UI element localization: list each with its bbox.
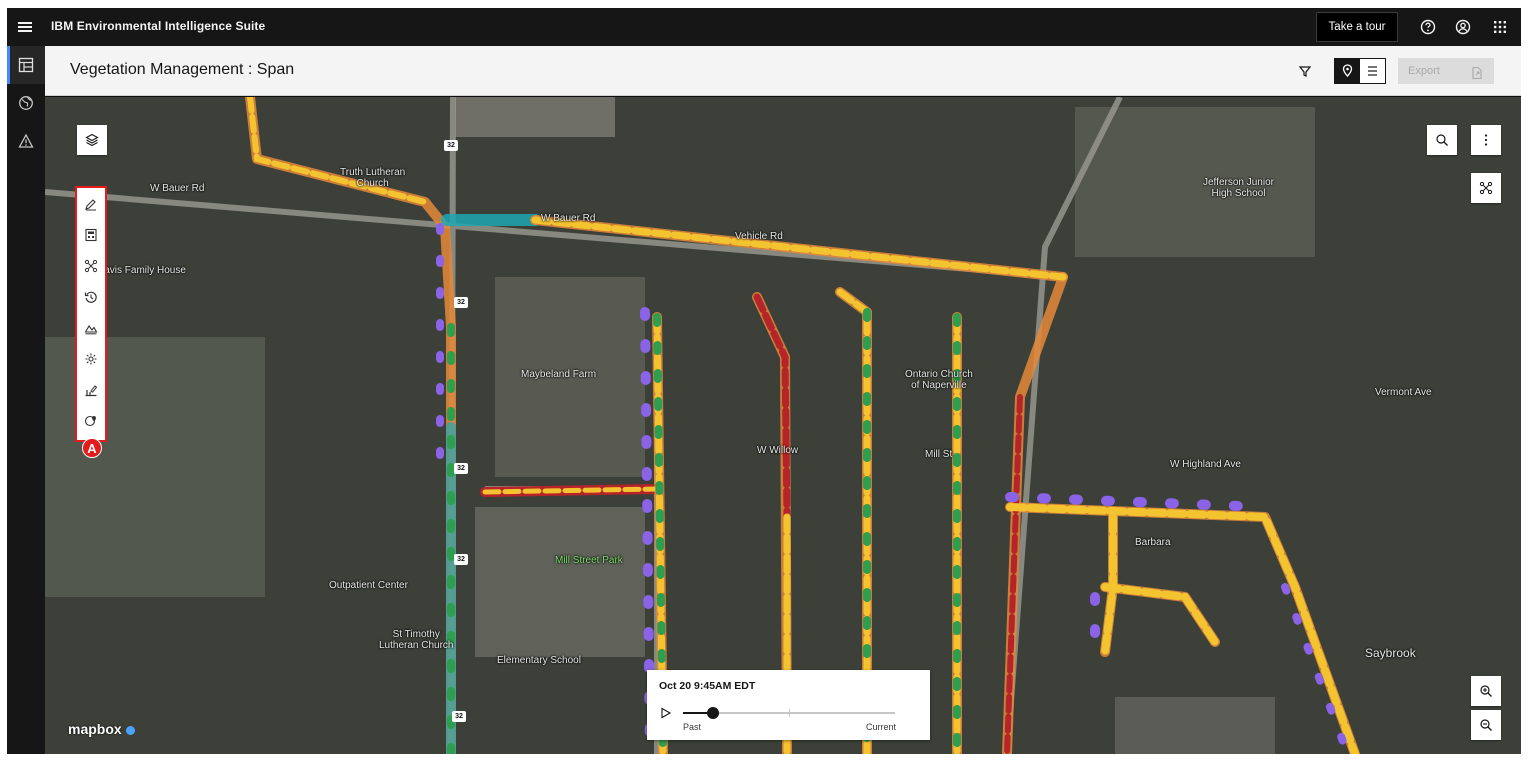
globe-pin-icon [84, 415, 96, 427]
map-tools-toolbar [75, 186, 107, 442]
chart-pencil-icon [85, 385, 98, 397]
calculator-icon [85, 228, 97, 242]
map-label-vermont: Vermont Ave [1375, 387, 1432, 398]
zoom-in-button[interactable] [1471, 676, 1501, 706]
warning-icon[interactable] [7, 122, 45, 160]
map-label-w-bauer-right: W Bauer Rd [541, 213, 596, 224]
edit-icon [85, 199, 96, 211]
zoom-in-icon [1480, 685, 1492, 697]
time-slider-handle[interactable] [706, 707, 719, 719]
route-shield: 32 [454, 463, 468, 474]
map-overlay [45, 97, 1521, 754]
dashboard-icon[interactable] [7, 46, 45, 84]
map-label-jefferson: Jefferson Junior High School [1203, 177, 1274, 199]
map-search-button[interactable] [1427, 125, 1457, 155]
page-header: Vegetation Management : Span Export [45, 46, 1521, 96]
left-nav-rail [7, 46, 45, 754]
app-switcher-icon[interactable] [1490, 17, 1510, 37]
map-label-willow: W Willow [757, 445, 799, 456]
app-window: IBM Environmental Intelligence Suite Tak… [7, 8, 1521, 754]
sports-field [1075, 107, 1315, 257]
map-canvas[interactable]: Truth Lutheran Church Davis Family House… [45, 97, 1521, 754]
map-label-w-bauer-left: W Bauer Rd [150, 183, 205, 194]
edit-tool-button[interactable] [78, 190, 104, 218]
list-view-icon[interactable] [1360, 59, 1385, 83]
mapbox-logo[interactable]: mapbox [68, 721, 135, 737]
map-view-icon[interactable] [1335, 59, 1360, 83]
menu-icon[interactable] [15, 17, 35, 37]
map-label-highland: W Highland Ave [1170, 459, 1241, 470]
map-label-st-timothy: St Timothy Lutheran Church [379, 629, 454, 651]
terrain-tool-button[interactable] [78, 314, 104, 342]
user-icon[interactable] [1453, 17, 1473, 37]
filter-icon[interactable] [1295, 61, 1315, 81]
field-area-south [1115, 697, 1275, 754]
annotation-badge: A [82, 438, 102, 458]
map-label-mill-street-park: Mill Street Park [555, 555, 623, 566]
time-slider-tick [789, 709, 790, 717]
time-slider-panel: Oct 20 9:45AM EDT Past Current [647, 670, 930, 740]
map-overflow-menu-button[interactable] [1471, 125, 1501, 155]
map-label-maybeland: Maybeland Farm [521, 369, 597, 380]
time-slider-current-label: Current [865, 722, 896, 732]
calculator-tool-button[interactable] [78, 221, 104, 249]
field-area [455, 97, 615, 137]
search-icon [1436, 134, 1448, 146]
zoom-out-button[interactable] [1471, 710, 1501, 740]
route-shield: 32 [452, 711, 466, 722]
layers-button[interactable] [77, 125, 107, 155]
map-label-outpatient: Outpatient Center [329, 580, 408, 591]
play-icon[interactable] [659, 706, 673, 720]
time-slider-track[interactable] [683, 707, 895, 719]
take-a-tour-button[interactable]: Take a tour [1316, 12, 1398, 42]
route-shield: 32 [454, 297, 468, 308]
time-slider-timestamp: Oct 20 9:45AM EDT [659, 680, 756, 692]
export-label: Export [1408, 65, 1440, 77]
gear-icon [85, 353, 97, 365]
map-label-ontario-church: Ontario Church of Naperville [905, 369, 973, 391]
zoom-out-icon [1480, 719, 1492, 731]
network-nodes-icon [1479, 181, 1493, 195]
settings-tool-button[interactable] [78, 345, 104, 373]
map-label-elementary: Elementary School [497, 655, 581, 666]
map-label-truth-lutheran: Truth Lutheran Church [340, 167, 406, 189]
globe-pin-tool-button[interactable] [78, 407, 104, 435]
map-label-vehicle: Vehicle Rd [735, 231, 783, 242]
route-shield: 32 [444, 140, 458, 151]
map-label-davis-family: Davis Family House [97, 265, 186, 276]
school-grounds [475, 507, 645, 657]
globe-icon[interactable] [7, 84, 45, 122]
network-tool-button[interactable] [78, 252, 104, 280]
chart-tool-button[interactable] [78, 376, 104, 404]
view-toggle [1334, 58, 1386, 84]
layers-terrain-icon [84, 325, 98, 335]
help-icon[interactable] [1418, 17, 1438, 37]
history-icon [84, 291, 97, 303]
layers-icon [85, 133, 99, 147]
time-slider-past-label: Past [683, 722, 702, 732]
map-label-mill-st: Mill St [925, 449, 953, 460]
map-label-barbara: Barbara [1135, 537, 1171, 548]
map-label-saybrook: Saybrook [1365, 646, 1416, 660]
mapbox-info-icon[interactable] [125, 725, 135, 735]
history-tool-button[interactable] [78, 283, 104, 311]
map-network-button[interactable] [1471, 173, 1501, 203]
export-button[interactable]: Export [1398, 58, 1494, 84]
top-header: IBM Environmental Intelligence Suite Tak… [7, 8, 1521, 46]
mapbox-wordmark: mapbox [68, 721, 122, 737]
app-title: IBM Environmental Intelligence Suite [51, 19, 266, 33]
overflow-menu-icon [1484, 134, 1488, 146]
page-title: Vegetation Management : Span [70, 61, 295, 78]
network-icon [84, 259, 98, 273]
export-icon [1470, 64, 1484, 90]
route-shield: 32 [454, 554, 468, 565]
